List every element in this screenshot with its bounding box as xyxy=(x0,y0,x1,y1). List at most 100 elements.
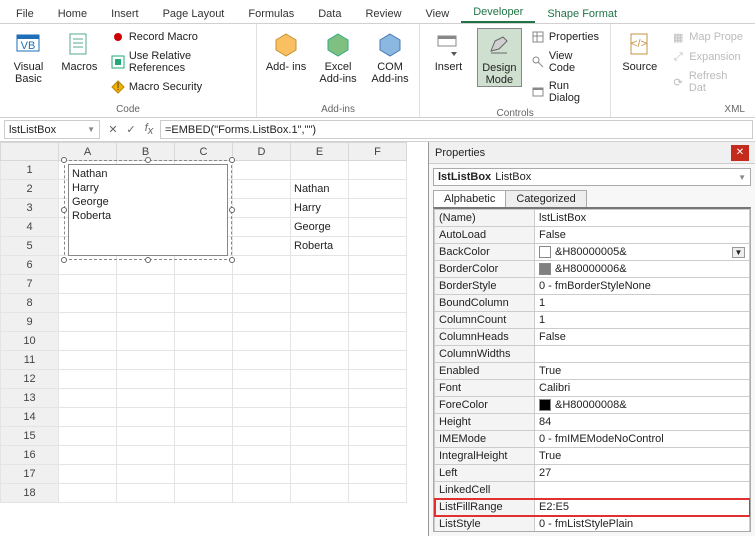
tab-shape-format[interactable]: Shape Format xyxy=(535,5,629,23)
cell-E11[interactable] xyxy=(291,351,349,370)
close-icon[interactable]: ✕ xyxy=(731,145,749,161)
col-header-D[interactable]: D xyxy=(233,143,291,161)
tab-alphabetic[interactable]: Alphabetic xyxy=(433,190,506,207)
chevron-down-icon[interactable]: ▼ xyxy=(738,173,746,182)
cell-C17[interactable] xyxy=(175,465,233,484)
design-mode-button[interactable]: Design Mode xyxy=(477,28,522,87)
cell-A18[interactable] xyxy=(59,484,117,503)
cell-D16[interactable] xyxy=(233,446,291,465)
property-row-columnheads[interactable]: ColumnHeadsFalse xyxy=(435,329,750,346)
cell-B13[interactable] xyxy=(117,389,175,408)
property-row-imemode[interactable]: IMEMode0 - fmIMEModeNoControl xyxy=(435,431,750,448)
property-row-autoload[interactable]: AutoLoadFalse xyxy=(435,227,750,244)
cell-F9[interactable] xyxy=(349,313,407,332)
cell-F13[interactable] xyxy=(349,389,407,408)
cell-C14[interactable] xyxy=(175,408,233,427)
cell-A12[interactable] xyxy=(59,370,117,389)
row-header-11[interactable]: 11 xyxy=(1,351,59,370)
property-row-bordercolor[interactable]: BorderColor&H80000006& xyxy=(435,261,750,278)
property-value[interactable]: False xyxy=(535,227,750,244)
enter-formula-button[interactable]: ✓ xyxy=(122,123,140,136)
cell-E7[interactable] xyxy=(291,275,349,294)
cell-C8[interactable] xyxy=(175,294,233,313)
cell-F3[interactable] xyxy=(349,199,407,218)
cell-C10[interactable] xyxy=(175,332,233,351)
cell-F8[interactable] xyxy=(349,294,407,313)
cell-F14[interactable] xyxy=(349,408,407,427)
cell-D8[interactable] xyxy=(233,294,291,313)
cell-A17[interactable] xyxy=(59,465,117,484)
cell-A13[interactable] xyxy=(59,389,117,408)
property-value[interactable]: 84 xyxy=(535,414,750,431)
cell-F4[interactable] xyxy=(349,218,407,237)
macro-security-button[interactable]: ! Macro Security xyxy=(108,78,250,96)
cell-D9[interactable] xyxy=(233,313,291,332)
row-header-7[interactable]: 7 xyxy=(1,275,59,294)
cell-E9[interactable] xyxy=(291,313,349,332)
cell-D1[interactable] xyxy=(233,161,291,180)
row-header-17[interactable]: 17 xyxy=(1,465,59,484)
insert-control-button[interactable]: Insert xyxy=(426,28,471,73)
property-value[interactable] xyxy=(535,482,750,499)
cell-A8[interactable] xyxy=(59,294,117,313)
cell-E13[interactable] xyxy=(291,389,349,408)
tab-review[interactable]: Review xyxy=(353,5,413,23)
cell-D18[interactable] xyxy=(233,484,291,503)
col-header-F[interactable]: F xyxy=(349,143,407,161)
cell-F16[interactable] xyxy=(349,446,407,465)
cell-B11[interactable] xyxy=(117,351,175,370)
properties-grid[interactable]: (Name)lstListBoxAutoLoadFalseBackColor&H… xyxy=(433,207,751,532)
cell-C9[interactable] xyxy=(175,313,233,332)
property-value[interactable]: &H80000006& xyxy=(535,261,750,278)
cell-F17[interactable] xyxy=(349,465,407,484)
row-header-14[interactable]: 14 xyxy=(1,408,59,427)
property-row-backcolor[interactable]: BackColor&H80000005&▼ xyxy=(435,244,750,261)
property-row-linkedcell[interactable]: LinkedCell xyxy=(435,482,750,499)
cell-F6[interactable] xyxy=(349,256,407,275)
row-header-16[interactable]: 16 xyxy=(1,446,59,465)
cell-B15[interactable] xyxy=(117,427,175,446)
property-row-borderstyle[interactable]: BorderStyle0 - fmBorderStyleNone xyxy=(435,278,750,295)
cell-B12[interactable] xyxy=(117,370,175,389)
row-header-15[interactable]: 15 xyxy=(1,427,59,446)
cell-F7[interactable] xyxy=(349,275,407,294)
cell-A10[interactable] xyxy=(59,332,117,351)
cell-E5[interactable]: Roberta xyxy=(291,237,349,256)
cell-B10[interactable] xyxy=(117,332,175,351)
cell-E4[interactable]: George xyxy=(291,218,349,237)
row-header-12[interactable]: 12 xyxy=(1,370,59,389)
record-macro-button[interactable]: Record Macro xyxy=(108,28,250,46)
property-row-left[interactable]: Left27 xyxy=(435,465,750,482)
property-row-columncount[interactable]: ColumnCount1 xyxy=(435,312,750,329)
cell-F2[interactable] xyxy=(349,180,407,199)
cell-E8[interactable] xyxy=(291,294,349,313)
cell-F1[interactable] xyxy=(349,161,407,180)
cell-F15[interactable] xyxy=(349,427,407,446)
cell-A11[interactable] xyxy=(59,351,117,370)
cell-B14[interactable] xyxy=(117,408,175,427)
cell-E6[interactable] xyxy=(291,256,349,275)
property-value[interactable]: 0 - fmListStylePlain xyxy=(535,516,750,533)
cell-D5[interactable] xyxy=(233,237,291,256)
property-value[interactable] xyxy=(535,346,750,363)
tab-home[interactable]: Home xyxy=(46,5,99,23)
properties-title-bar[interactable]: Properties ✕ xyxy=(429,142,755,164)
property-row-height[interactable]: Height84 xyxy=(435,414,750,431)
row-header-3[interactable]: 3 xyxy=(1,199,59,218)
properties-object-selector[interactable]: lstListBox ListBox ▼ xyxy=(433,168,751,186)
col-header-A[interactable]: A xyxy=(59,143,117,161)
cell-B7[interactable] xyxy=(117,275,175,294)
tab-page-layout[interactable]: Page Layout xyxy=(151,5,237,23)
cell-B18[interactable] xyxy=(117,484,175,503)
tab-categorized[interactable]: Categorized xyxy=(505,190,586,207)
property-row-columnwidths[interactable]: ColumnWidths xyxy=(435,346,750,363)
cell-E3[interactable]: Harry xyxy=(291,199,349,218)
cell-C7[interactable] xyxy=(175,275,233,294)
cell-A14[interactable] xyxy=(59,408,117,427)
cell-B9[interactable] xyxy=(117,313,175,332)
col-header-C[interactable]: C xyxy=(175,143,233,161)
property-value[interactable]: False xyxy=(535,329,750,346)
property-row-enabled[interactable]: EnabledTrue xyxy=(435,363,750,380)
cell-D15[interactable] xyxy=(233,427,291,446)
cell-E14[interactable] xyxy=(291,408,349,427)
